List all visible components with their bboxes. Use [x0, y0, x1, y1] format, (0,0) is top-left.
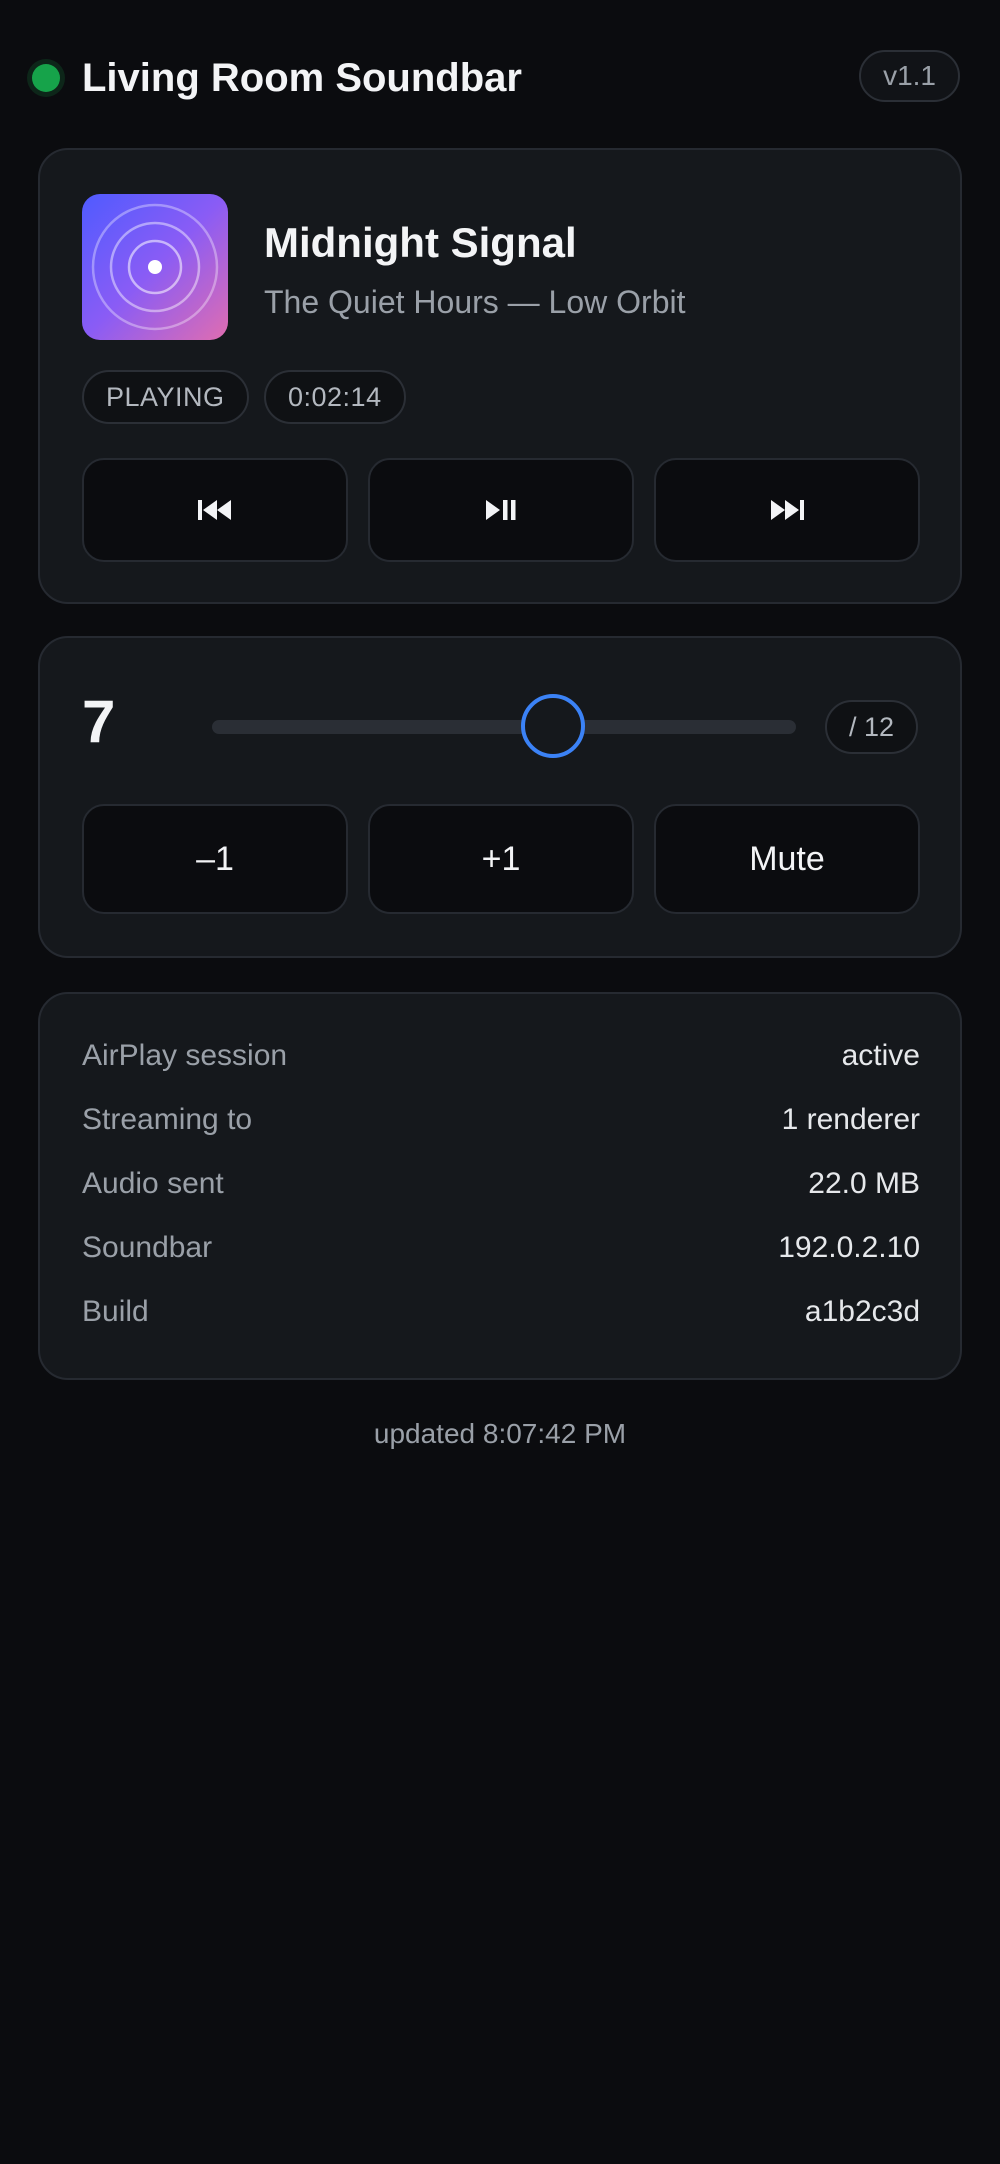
- info-row-soundbar-ip: Soundbar 192.0.2.10: [82, 1216, 920, 1280]
- info-value: a1b2c3d: [804, 1295, 920, 1328]
- info-row-audio-sent: Audio sent 22.0 MB: [82, 1152, 920, 1216]
- skip-previous-icon: [198, 500, 231, 520]
- playback-state-badge: PLAYING: [82, 370, 249, 424]
- info-value: 192.0.2.10: [778, 1231, 920, 1264]
- volume-value: 7: [82, 688, 116, 755]
- app-header: Living Room Soundbar v1.1: [0, 0, 1000, 150]
- info-value: active: [841, 1039, 920, 1072]
- session-info-card: AirPlay session active Streaming to 1 re…: [38, 992, 962, 1380]
- play-pause-button[interactable]: [368, 458, 634, 562]
- info-value: 22.0 MB: [808, 1167, 920, 1200]
- volume-max-badge: / 12: [824, 700, 918, 754]
- connection-status-dot: [32, 64, 60, 92]
- skip-next-icon: [771, 500, 804, 520]
- volume-slider-track[interactable]: [212, 720, 796, 734]
- volume-down-button[interactable]: –1: [82, 804, 348, 914]
- device-title: Living Room Soundbar: [82, 56, 522, 100]
- volume-card: 7 / 12 –1 +1 Mute: [38, 636, 962, 958]
- next-track-button[interactable]: [654, 458, 920, 562]
- concentric-rings-icon: [91, 203, 219, 331]
- now-playing-card: Midnight Signal The Quiet Hours — Low Or…: [38, 148, 962, 604]
- track-album-artist: The Quiet Hours — Low Orbit: [264, 284, 686, 320]
- info-row-streaming: Streaming to 1 renderer: [82, 1088, 920, 1152]
- info-row-build: Build a1b2c3d: [82, 1280, 920, 1344]
- info-value: 1 renderer: [781, 1103, 920, 1136]
- mute-button[interactable]: Mute: [654, 804, 920, 914]
- info-row-airplay: AirPlay session active: [82, 1024, 920, 1088]
- album-art: [82, 194, 228, 340]
- previous-track-button[interactable]: [82, 458, 348, 562]
- info-label: Audio sent: [82, 1167, 224, 1200]
- version-badge: v1.1: [859, 50, 960, 102]
- volume-up-button[interactable]: +1: [368, 804, 634, 914]
- track-title: Midnight Signal: [264, 219, 577, 266]
- info-label: Streaming to: [82, 1103, 253, 1136]
- info-label: Build: [82, 1295, 149, 1328]
- play-pause-icon: [486, 500, 516, 520]
- elapsed-time-badge: 0:02:14: [264, 370, 406, 424]
- volume-slider-thumb[interactable]: [520, 694, 585, 758]
- last-updated-text: updated 8:07:42 PM: [373, 1418, 627, 1449]
- info-label: Soundbar: [82, 1231, 213, 1264]
- info-label: AirPlay session: [82, 1039, 288, 1072]
